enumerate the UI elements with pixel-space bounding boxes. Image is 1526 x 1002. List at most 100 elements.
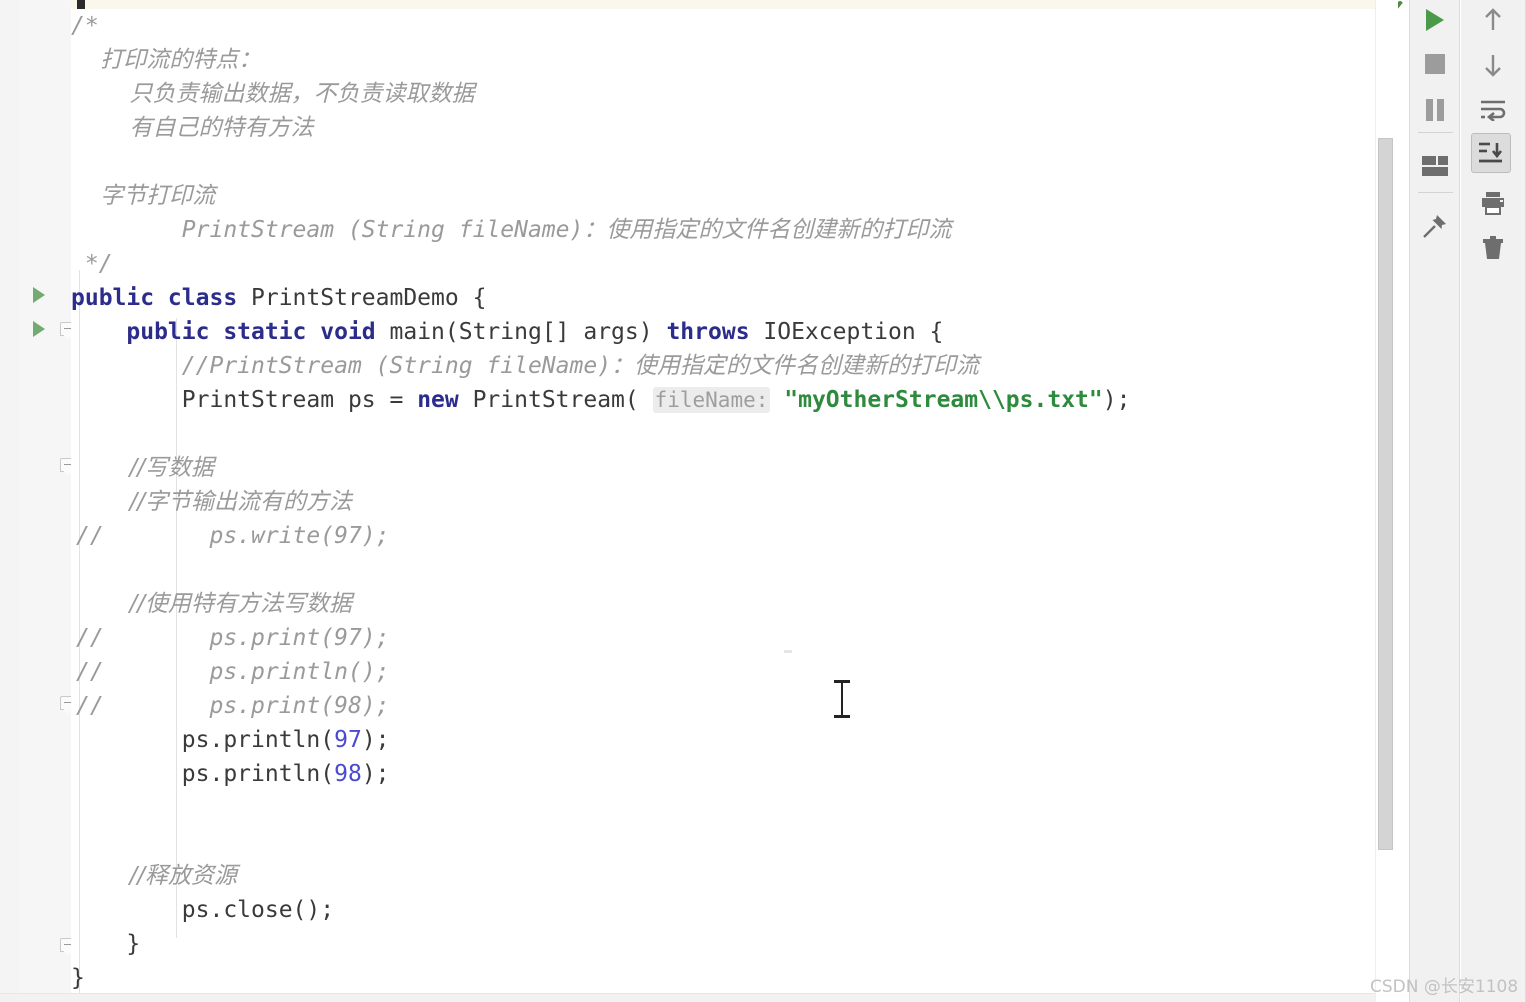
- soft-wrap-button[interactable]: [1473, 90, 1513, 130]
- mouse-text-cursor: [834, 680, 850, 718]
- code-line[interactable]: PrintStream ps = new PrintStream( fileNa…: [71, 383, 1375, 417]
- code-line[interactable]: */: [71, 247, 1375, 281]
- stop-icon: [1425, 54, 1445, 74]
- code-line[interactable]: [71, 145, 1375, 179]
- ide-editor-window: /* 打印流的特点： 只负责输出数据，不负责读取数据 有自己的特有方法 字节打印…: [0, 0, 1526, 1002]
- soft-wrap-icon: [1480, 99, 1506, 123]
- toolbar-separator-1: [1418, 132, 1453, 133]
- layout-button[interactable]: [1415, 146, 1455, 186]
- code-token: IOException {: [763, 319, 944, 345]
- pause-button[interactable]: [1415, 90, 1455, 130]
- scroll-to-end-icon: [1478, 142, 1504, 164]
- toolbar-separator-2: [1418, 192, 1453, 193]
- code-token: ps.print(98);: [71, 693, 390, 719]
- code-line[interactable]: ps.println(97);: [71, 723, 1375, 757]
- pin-icon: [1422, 213, 1448, 239]
- code-line[interactable]: 只负责输出数据，不负责读取数据: [71, 77, 1375, 111]
- run-button[interactable]: [1415, 0, 1455, 40]
- code-line[interactable]: }: [71, 927, 1375, 961]
- csdn-watermark: CSDN @长安1108: [1370, 977, 1519, 997]
- printer-icon: [1480, 191, 1506, 215]
- code-token: PrintStream (String fileName)：使用指定的文件名创建…: [71, 217, 952, 243]
- code-line[interactable]: //释放资源: [71, 859, 1375, 893]
- code-token: throws: [666, 319, 764, 345]
- code-line[interactable]: [71, 825, 1375, 859]
- code-line[interactable]: public static void main(String[] args) t…: [71, 315, 1375, 349]
- code-token: PrintStream(: [472, 387, 653, 413]
- code-line[interactable]: //写数据: [71, 451, 1375, 485]
- editor-actions-toolbar-column: [1461, 0, 1526, 1002]
- code-token: fileName:: [652, 387, 771, 413]
- code-token: //释放资源: [71, 863, 237, 889]
- code-token: ps.println(: [71, 761, 335, 787]
- code-line[interactable]: ps.close();: [71, 893, 1375, 927]
- code-line[interactable]: public class PrintStreamDemo {: [71, 281, 1375, 315]
- code-line[interactable]: PrintStream (String fileName)：使用指定的文件名创建…: [71, 213, 1375, 247]
- stop-button[interactable]: [1415, 44, 1455, 84]
- code-token: public static void: [71, 319, 390, 345]
- code-token: //PrintStream (String fileName)：使用指定的文件名…: [71, 353, 980, 379]
- code-line[interactable]: [71, 553, 1375, 587]
- code-line[interactable]: 有自己的特有方法: [71, 111, 1375, 145]
- code-line-list: /* 打印流的特点： 只负责输出数据，不负责读取数据 有自己的特有方法 字节打印…: [71, 9, 1375, 995]
- down-button[interactable]: [1473, 45, 1513, 85]
- code-token: 有自己的特有方法: [71, 115, 314, 141]
- run-icon: [1426, 9, 1444, 31]
- text-caret: [77, 0, 85, 9]
- code-line[interactable]: //PrintStream (String fileName)：使用指定的文件名…: [71, 349, 1375, 383]
- editor-gutter[interactable]: [19, 0, 75, 1002]
- line-comment-prefix: //: [76, 523, 104, 549]
- code-token: ps.print(97);: [71, 625, 390, 651]
- trash-icon: [1482, 235, 1504, 261]
- code-token: ps.println();: [71, 659, 390, 685]
- code-line[interactable]: 字节打印流: [71, 179, 1375, 213]
- arrow-up-icon: [1482, 7, 1504, 33]
- code-token: 字节打印流: [71, 183, 216, 209]
- code-line[interactable]: // ps.print(98);: [71, 689, 1375, 723]
- code-line[interactable]: //字节输出流有的方法: [71, 485, 1375, 519]
- code-token: }: [71, 931, 141, 957]
- gutter-run-icon-class[interactable]: [33, 287, 45, 303]
- code-token: */: [71, 251, 113, 277]
- code-token: //写数据: [71, 455, 214, 481]
- code-token: 97: [334, 727, 362, 753]
- code-line[interactable]: [71, 417, 1375, 451]
- code-token: "myOtherStream\\ps.txt": [784, 387, 1103, 413]
- code-line[interactable]: /*: [71, 9, 1375, 43]
- code-token: );: [361, 727, 390, 753]
- code-token: );: [361, 761, 390, 787]
- code-line[interactable]: // ps.println();: [71, 655, 1375, 689]
- gutter-run-icon-method[interactable]: [33, 321, 45, 337]
- vertical-scrollbar-thumb[interactable]: [1378, 138, 1393, 850]
- code-editor-area[interactable]: /* 打印流的特点： 只负责输出数据，不负责读取数据 有自己的特有方法 字节打印…: [71, 0, 1375, 1002]
- code-token: /*: [71, 13, 99, 39]
- code-line[interactable]: //使用特有方法写数据: [71, 587, 1375, 621]
- pin-button[interactable]: [1415, 206, 1455, 246]
- line-comment-prefix: //: [76, 625, 104, 651]
- code-token: }: [71, 965, 85, 991]
- editor-top-highlight-band: [71, 0, 1375, 9]
- code-token: );: [1102, 387, 1131, 413]
- code-line[interactable]: 打印流的特点：: [71, 43, 1375, 77]
- code-token: ps.close();: [71, 897, 335, 923]
- code-token: 98: [334, 761, 362, 787]
- up-button[interactable]: [1473, 0, 1513, 40]
- code-token: //字节输出流有的方法: [71, 489, 352, 515]
- line-comment-prefix: //: [76, 659, 104, 685]
- code-line[interactable]: [71, 791, 1375, 825]
- code-line[interactable]: // ps.write(97);: [71, 519, 1375, 553]
- code-line[interactable]: }: [71, 961, 1375, 995]
- code-token: //使用特有方法写数据: [71, 591, 352, 617]
- scroll-to-end-button[interactable]: [1471, 133, 1511, 173]
- run-toolbar-column: [1409, 0, 1460, 1002]
- code-token: PrintStreamDemo {: [251, 285, 487, 311]
- code-line[interactable]: ps.println(98);: [71, 757, 1375, 791]
- layout-icon: [1422, 156, 1448, 176]
- code-token: PrintStream ps =: [71, 387, 418, 413]
- print-button[interactable]: [1473, 183, 1513, 223]
- code-token: 只负责输出数据，不负责读取数据: [71, 81, 475, 107]
- clear-all-button[interactable]: [1473, 228, 1513, 268]
- code-token: main(String[] args): [389, 319, 667, 345]
- code-line[interactable]: // ps.print(97);: [71, 621, 1375, 655]
